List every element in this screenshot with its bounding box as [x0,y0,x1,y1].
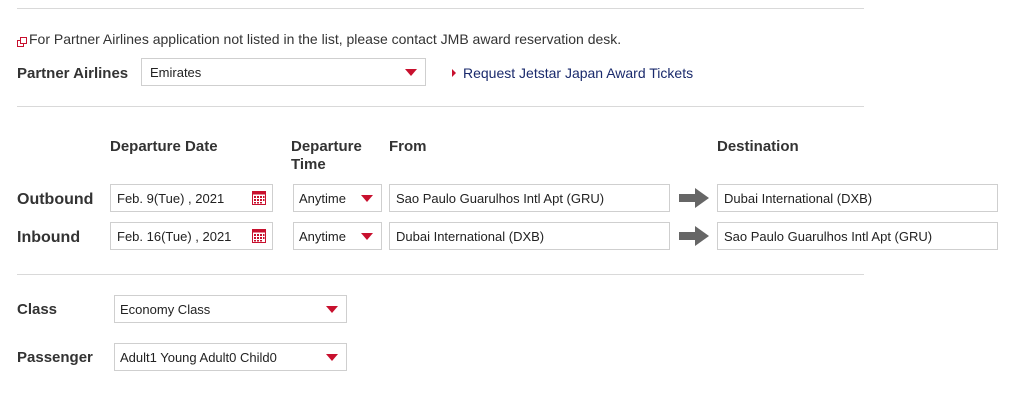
section-divider-2 [17,274,864,275]
arrow-right-icon [679,226,709,246]
arrow-right-icon [679,188,709,208]
inbound-time-select[interactable]: Anytime [293,222,382,250]
section-divider-1 [17,106,864,107]
from-header: From [389,138,427,155]
class-value: Economy Class [120,301,211,317]
departure-time-header: Departure Time [291,138,362,174]
departure-time-header-line1: Departure [291,138,362,155]
class-label: Class [17,301,58,318]
outbound-date-field[interactable]: Feb. 9(Tue) , 2021 [110,184,273,212]
outbound-date-value: Feb. 9(Tue) , 2021 [117,190,225,206]
external-link-icon [17,34,27,47]
top-divider [17,8,864,9]
chevron-down-icon [361,195,373,202]
inbound-time-value: Anytime [299,228,346,244]
departure-date-header: Departure Date [110,138,218,155]
chevron-down-icon [405,69,417,76]
outbound-label: Outbound [17,191,94,208]
partner-airlines-value: Emirates [150,64,202,80]
calendar-icon[interactable] [252,229,266,243]
outbound-destination-value: Dubai International (DXB) [724,190,873,206]
calendar-icon[interactable] [252,191,266,205]
partner-note-text: For Partner Airlines application not lis… [29,31,622,47]
outbound-from-field[interactable]: Sao Paulo Guarulhos Intl Apt (GRU) [389,184,670,212]
passenger-label: Passenger [17,349,93,366]
partner-airlines-select[interactable]: Emirates [141,58,426,86]
passenger-select[interactable]: Adult1 Young Adult0 Child0 [114,343,347,371]
request-jetstar-link-text: Request Jetstar Japan Award Tickets [463,65,694,81]
destination-header: Destination [717,138,799,155]
triangle-right-icon [452,69,456,77]
request-jetstar-link[interactable]: Request Jetstar Japan Award Tickets [452,65,693,81]
inbound-date-field[interactable]: Feb. 16(Tue) , 2021 [110,222,273,250]
inbound-destination-field[interactable]: Sao Paulo Guarulhos Intl Apt (GRU) [717,222,998,250]
class-select[interactable]: Economy Class [114,295,347,323]
inbound-from-value: Dubai International (DXB) [396,228,545,244]
chevron-down-icon [326,306,338,313]
chevron-down-icon [326,354,338,361]
departure-time-header-line2: Time [291,156,326,173]
partner-note: For Partner Airlines application not lis… [17,31,621,47]
outbound-from-value: Sao Paulo Guarulhos Intl Apt (GRU) [396,190,605,206]
passenger-value: Adult1 Young Adult0 Child0 [120,349,277,365]
partner-airlines-label: Partner Airlines [17,65,129,82]
chevron-down-icon [361,233,373,240]
inbound-destination-value: Sao Paulo Guarulhos Intl Apt (GRU) [724,228,933,244]
outbound-destination-field[interactable]: Dubai International (DXB) [717,184,998,212]
inbound-from-field[interactable]: Dubai International (DXB) [389,222,670,250]
outbound-time-select[interactable]: Anytime [293,184,382,212]
inbound-date-value: Feb. 16(Tue) , 2021 [117,228,232,244]
outbound-time-value: Anytime [299,190,346,206]
inbound-label: Inbound [17,229,81,246]
